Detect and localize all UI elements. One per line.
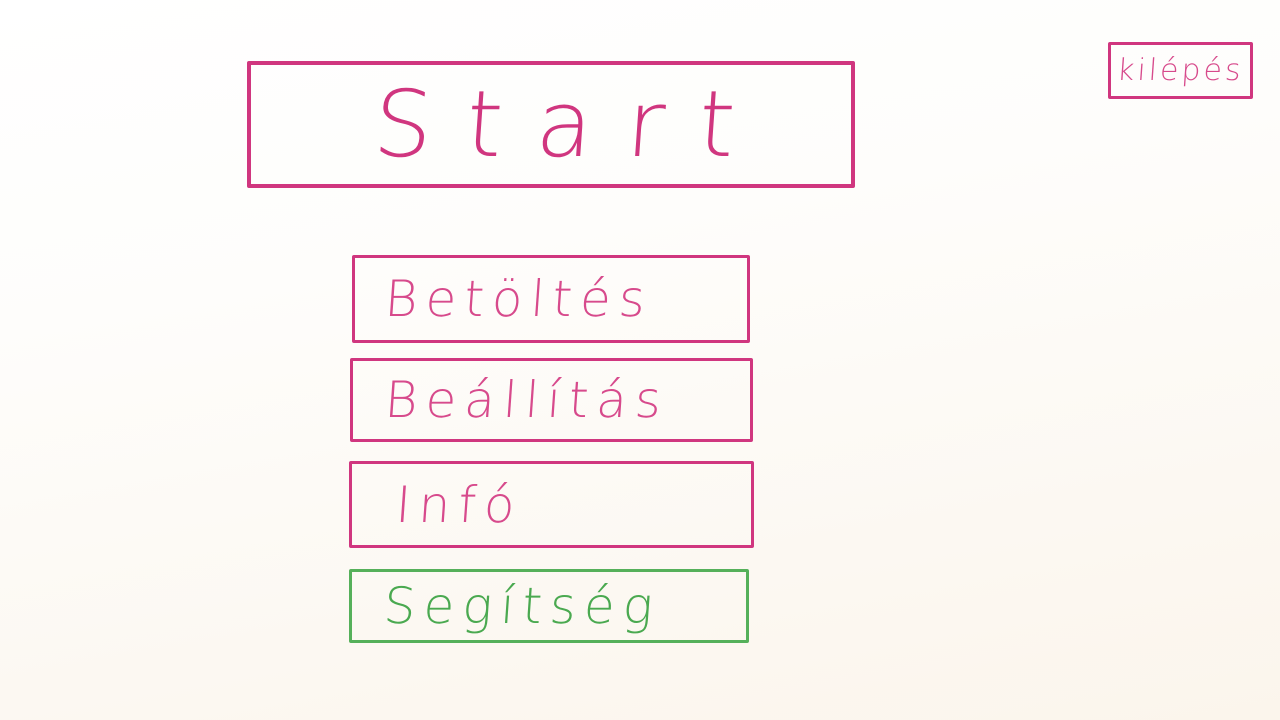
settings-button[interactable]: Beállítás bbox=[350, 358, 753, 442]
start-label: Start bbox=[369, 71, 773, 178]
exit-label: kilépés bbox=[1115, 53, 1246, 88]
help-label: Segítség bbox=[381, 577, 663, 635]
start-button[interactable]: Start bbox=[247, 61, 855, 188]
settings-label: Beállítás bbox=[382, 371, 672, 429]
load-button[interactable]: Betöltés bbox=[352, 255, 750, 343]
load-label: Betöltés bbox=[382, 270, 656, 328]
exit-button[interactable]: kilépés bbox=[1108, 42, 1253, 99]
info-button[interactable]: Infó bbox=[349, 461, 754, 548]
help-button[interactable]: Segítség bbox=[349, 569, 749, 643]
info-label: Infó bbox=[393, 475, 525, 534]
